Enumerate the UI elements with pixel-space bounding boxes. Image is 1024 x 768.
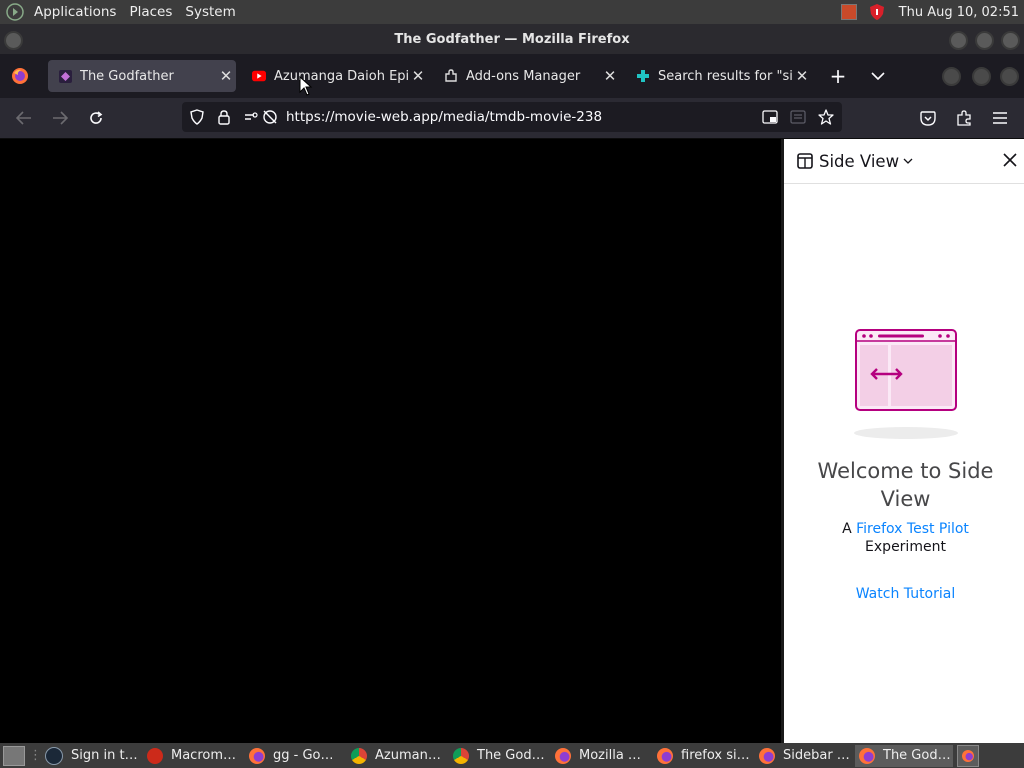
taskbar-handle-icon: ⋮: [29, 748, 42, 763]
tab-label: Search results for "side: [658, 68, 792, 84]
shield-icon[interactable]: [869, 3, 885, 21]
window-menu-button[interactable]: [4, 31, 23, 50]
extensions-puzzle-icon[interactable]: [952, 106, 976, 130]
tray-applet-icon[interactable]: [840, 4, 857, 20]
flash-icon: [147, 747, 163, 764]
experiment-prefix: A: [842, 521, 852, 537]
taskbar-item[interactable]: gg - Go…: [245, 745, 345, 767]
sidebar-header: Side View: [784, 139, 1024, 184]
close-tab-icon[interactable]: ✕: [408, 67, 428, 85]
sidebar-title[interactable]: Side View: [819, 152, 899, 171]
reader-view-icon[interactable]: [790, 110, 806, 124]
url-bar[interactable]: https://movie-web.app/media/tmdb-movie-2…: [182, 102, 842, 132]
show-desktop-icon[interactable]: [3, 745, 25, 766]
steam-icon: [45, 746, 63, 765]
tab-azumanga-daioh[interactable]: Azumanga Daioh Episode ✕: [242, 60, 428, 92]
picture-in-picture-icon[interactable]: [762, 110, 778, 124]
taskbar: ⋮ Sign in t… Macrom… gg - Go… Azuman… Th…: [0, 743, 1024, 768]
url-text[interactable]: https://movie-web.app/media/tmdb-movie-2…: [286, 109, 602, 125]
close-tab-icon[interactable]: ✕: [600, 67, 620, 85]
side-view-illustration-icon: [850, 327, 960, 446]
maximize-button[interactable]: [975, 31, 994, 50]
forward-arrow-icon[interactable]: [48, 106, 72, 130]
close-tab-icon[interactable]: ✕: [216, 67, 236, 85]
tab-the-godfather[interactable]: The Godfather ✕: [48, 60, 236, 92]
lock-icon[interactable]: [218, 109, 230, 125]
chrome-icon: [453, 747, 469, 764]
close-window-button[interactable]: [1001, 31, 1020, 50]
taskbar-item[interactable]: firefox si…: [653, 745, 753, 767]
addons-favicon-icon: [636, 69, 650, 83]
chevron-down-icon[interactable]: [903, 158, 913, 164]
navigation-toolbar: https://movie-web.app/media/tmdb-movie-2…: [0, 98, 1024, 139]
csd-maximize-button[interactable]: [972, 67, 991, 86]
back-arrow-icon[interactable]: [12, 106, 36, 130]
tracking-protection-shield-icon[interactable]: [190, 109, 204, 125]
taskbar-item[interactable]: Azuman…: [347, 745, 447, 767]
csd-close-button[interactable]: [1000, 67, 1019, 86]
places-menu[interactable]: Places: [129, 4, 172, 20]
welcome-block: Welcome to Side View A Firefox Test Pilo…: [784, 457, 1024, 602]
experiment-line: A Firefox Test Pilot: [784, 521, 1024, 537]
hamburger-menu-icon[interactable]: [988, 106, 1012, 130]
minimize-button[interactable]: [949, 31, 968, 50]
puzzle-icon: [444, 69, 458, 83]
csd-minimize-button[interactable]: [942, 67, 961, 86]
taskbar-item[interactable]: Sign in t…: [41, 745, 141, 767]
autoplay-blocked-icon[interactable]: [262, 109, 278, 125]
tab-addons-manager[interactable]: Add-ons Manager ✕: [434, 60, 620, 92]
pocket-icon[interactable]: [916, 106, 940, 130]
watch-tutorial-link[interactable]: Watch Tutorial: [784, 586, 1024, 602]
taskbar-item[interactable]: Mozilla …: [551, 745, 651, 767]
test-pilot-link[interactable]: Firefox Test Pilot: [856, 521, 969, 537]
clock[interactable]: Thu Aug 10, 02:51: [899, 5, 1019, 20]
firefox-view-button[interactable]: [8, 64, 32, 88]
experiment-suffix: Experiment: [865, 539, 946, 555]
movie-web-favicon-icon: [58, 69, 72, 83]
side-view-icon: [797, 153, 813, 169]
tab-label: Add-ons Manager: [466, 68, 581, 84]
tab-label: Azumanga Daioh Episode: [274, 68, 408, 84]
workspace-switcher-icon[interactable]: [957, 744, 979, 767]
taskbar-item-active[interactable]: The God…: [855, 744, 953, 767]
window-title: The Godfather — Mozilla Firefox: [394, 31, 630, 47]
mouse-cursor-icon: [299, 75, 313, 100]
permissions-icon[interactable]: [244, 111, 258, 123]
taskbar-item[interactable]: The God…: [449, 745, 549, 767]
tab-strip: The Godfather ✕ Azumanga Daioh Episode ✕…: [0, 54, 1024, 98]
firefox-icon: [759, 747, 775, 764]
close-tab-icon[interactable]: ✕: [792, 67, 812, 85]
list-all-tabs-chevron-icon[interactable]: [866, 64, 890, 88]
new-tab-plus-icon[interactable]: +: [826, 64, 850, 88]
top-panel: Applications Places System Thu Aug 10, 0…: [0, 0, 1024, 24]
youtube-favicon-icon: [252, 69, 266, 83]
close-sidebar-icon[interactable]: [1003, 153, 1017, 167]
window-titlebar[interactable]: The Godfather — Mozilla Firefox: [0, 24, 1024, 54]
taskbar-item[interactable]: Sidebar …: [755, 745, 853, 767]
page-content-video-area[interactable]: [0, 139, 780, 743]
reload-icon[interactable]: [84, 106, 108, 130]
side-view-sidebar: Side View Welcome to Side View A Firefox…: [781, 139, 1024, 743]
gnome-foot-icon[interactable]: [6, 3, 24, 21]
tab-search-results[interactable]: Search results for "side ✕: [626, 60, 812, 92]
bookmark-star-icon[interactable]: [818, 109, 834, 125]
welcome-heading: Welcome to Side View: [817, 459, 994, 511]
system-menu[interactable]: System: [185, 4, 235, 20]
firefox-icon: [657, 747, 673, 764]
chrome-icon: [351, 747, 367, 764]
firefox-icon: [859, 747, 875, 764]
tab-label: The Godfather: [80, 68, 174, 84]
applications-menu[interactable]: Applications: [34, 4, 116, 20]
taskbar-item[interactable]: Macrom…: [143, 745, 243, 767]
firefox-icon: [555, 747, 571, 764]
firefox-icon: [249, 747, 265, 764]
